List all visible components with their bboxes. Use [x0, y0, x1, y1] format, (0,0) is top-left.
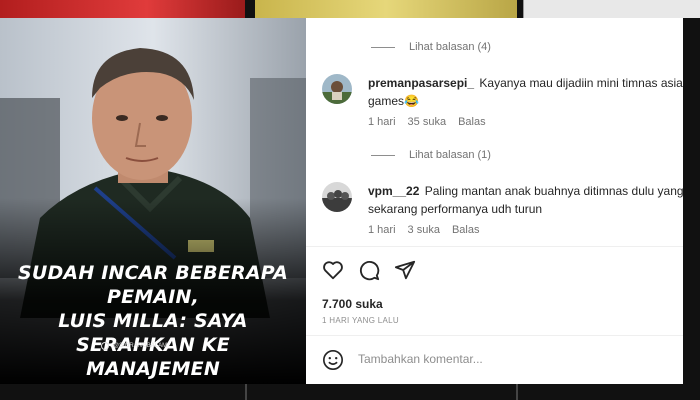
comment-likes[interactable]: 35 suka — [408, 116, 447, 128]
headline-line-3: MANAJEMEN — [86, 358, 220, 380]
thumbnail-document — [523, 0, 700, 18]
thumbnail-yellow — [255, 0, 517, 18]
background-edge — [683, 18, 700, 400]
comment-meta: 1 hari 3 suka Balas — [368, 224, 479, 236]
posted-time[interactable]: 1 HARI YANG LALU — [322, 316, 399, 325]
post-actions — [322, 259, 416, 281]
view-replies-button[interactable]: Lihat balasan (1) — [371, 149, 491, 161]
comment-username[interactable]: vpm__22 — [368, 184, 419, 198]
avatar[interactable] — [322, 74, 352, 104]
heart-icon[interactable] — [322, 259, 344, 281]
view-replies-button[interactable]: Lihat balasan (4) — [371, 41, 491, 53]
comment-time[interactable]: 1 hari — [368, 224, 396, 236]
comment-text: vpm__22 Paling mantan anak buahnya ditim… — [368, 182, 698, 218]
comments-panel: Lihat balasan (4) premanpasarsepi_ Kayan… — [306, 18, 700, 384]
comment-time[interactable]: 1 hari — [368, 116, 396, 128]
divider-line — [371, 46, 395, 48]
emoji-icon[interactable] — [322, 349, 344, 371]
comment-username[interactable]: premanpasarsepi_ — [368, 76, 474, 90]
post-image: SUDAH INCAR BEBERAPA PEMAIN, LUIS MILLA:… — [0, 18, 306, 384]
section-divider — [306, 246, 700, 247]
section-divider — [306, 335, 700, 336]
background-thumbnails — [0, 0, 700, 18]
comment-text: premanpasarsepi_ Kayanya mau dijadiin mi… — [368, 74, 698, 110]
headline-line-1: SUDAH INCAR BEBERAPA PEMAIN, — [17, 262, 289, 308]
watermark: @SIGRANGBALAM — [101, 342, 167, 350]
post-headline: SUDAH INCAR BEBERAPA PEMAIN, LUIS MILLA:… — [4, 261, 302, 381]
watermark-text: @SIGRANGBALAM — [113, 343, 168, 349]
comment-meta: 1 hari 35 suka Balas — [368, 116, 486, 128]
comment-bubble-icon[interactable] — [358, 259, 380, 281]
divider-line — [371, 154, 395, 156]
instagram-logo-icon — [101, 342, 109, 350]
view-replies-label: Lihat balasan (1) — [409, 149, 491, 161]
reply-button[interactable]: Balas — [452, 224, 480, 236]
paper-plane-icon[interactable] — [394, 259, 416, 281]
background-thumbnails-bottom — [0, 384, 700, 400]
view-replies-label: Lihat balasan (4) — [409, 41, 491, 53]
reply-button[interactable]: Balas — [458, 116, 486, 128]
add-comment-input[interactable] — [358, 352, 678, 366]
comment-likes[interactable]: 3 suka — [408, 224, 440, 236]
avatar[interactable] — [322, 182, 352, 212]
likes-count[interactable]: 7.700 suka — [322, 297, 383, 311]
thumbnail-red — [0, 0, 245, 18]
